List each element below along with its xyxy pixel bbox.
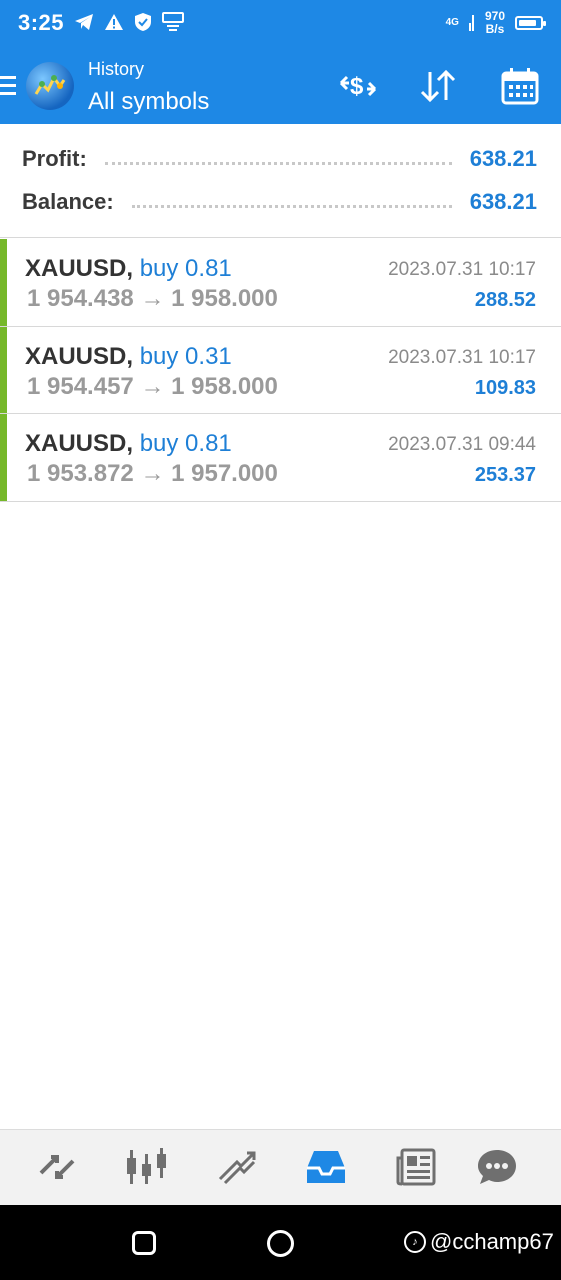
bottom-tab-bar: [0, 1129, 561, 1205]
svg-text:$: $: [350, 73, 364, 100]
trade-prices: 1 953.872 → 1 957.000: [27, 460, 278, 487]
system-navigation-bar: ♪ @cchamp67: [0, 1205, 561, 1280]
trade-profit: 109.83: [474, 376, 536, 399]
warning-icon: [104, 13, 124, 36]
sort-icon[interactable]: [416, 66, 460, 106]
battery-fill: [519, 20, 536, 26]
trade-symbol: XAUUSD, buy 0.81: [25, 430, 232, 457]
trade-time: 2023.07.31 10:17: [388, 259, 536, 280]
dotted-leader: [104, 161, 452, 165]
trade-row[interactable]: XAUUSD, buy 0.31 1 954.457 → 1 958.000 2…: [0, 326, 561, 414]
network-speed: 970 B/s: [485, 10, 505, 36]
trade-prices: 1 954.438 → 1 958.000: [27, 285, 278, 312]
calendar-icon[interactable]: [498, 66, 542, 106]
watermark: ♪ @cchamp67: [404, 1229, 554, 1255]
history-icon[interactable]: [303, 1144, 349, 1190]
tiktok-icon: ♪: [404, 1231, 426, 1253]
trade-time: 2023.07.31 10:17: [388, 346, 536, 368]
menu-icon[interactable]: [0, 76, 16, 96]
system-status-icons: 4G 970 B/s: [445, 10, 546, 36]
trade-profit: 288.52: [474, 289, 536, 311]
trade-list: XAUUSD, buy 0.81 1 954.438 → 1 958.000 2…: [0, 239, 561, 502]
trade-row[interactable]: XAUUSD, buy 0.81 1 954.438 → 1 958.000 2…: [0, 239, 561, 327]
trade-prices: 1 954.457 → 1 958.000: [27, 372, 278, 400]
app-header: History All symbols $: [0, 48, 561, 124]
balance-value: 638.21: [469, 189, 537, 214]
news-icon[interactable]: [393, 1144, 439, 1190]
trade-direction: buy 0.31: [139, 342, 232, 370]
account-summary: Profit: 638.21 Balance: 638.21: [0, 124, 561, 238]
shield-icon: [134, 12, 152, 37]
trade-symbol: XAUUSD, buy 0.81: [25, 255, 232, 282]
profit-label: Profit:: [22, 146, 87, 171]
trade-profit: 253.37: [474, 464, 536, 486]
battery-icon: [515, 16, 546, 30]
quotes-icon[interactable]: [34, 1144, 80, 1190]
dotted-leader: [131, 204, 452, 208]
buy-marker: [0, 239, 7, 326]
balance-label: Balance:: [22, 189, 114, 214]
chat-icon[interactable]: [474, 1144, 520, 1190]
network-speed-unit: B/s: [485, 22, 505, 36]
buy-marker: [0, 326, 7, 413]
watermark-text: @cchamp67: [430, 1229, 554, 1254]
app-logo[interactable]: [26, 62, 74, 110]
network-type: 4G: [445, 17, 459, 28]
signal-icon: [468, 11, 475, 36]
status-bar: 3:25 4G 970 B/s: [0, 0, 561, 48]
trade-direction: buy 0.81: [139, 255, 232, 282]
recent-apps-button[interactable]: [132, 1231, 156, 1255]
notification-icons: [74, 12, 184, 37]
balance-row: Balance: 638.21: [22, 187, 537, 217]
chart-icon[interactable]: [124, 1144, 170, 1190]
status-time: 3:25: [18, 10, 65, 35]
trade-time: 2023.07.31 09:44: [388, 434, 536, 455]
trade-row[interactable]: XAUUSD, buy 0.81 1 953.872 → 1 957.000 2…: [0, 414, 561, 502]
message-icon: [162, 12, 184, 37]
header-subtitle: History: [88, 59, 145, 79]
header-title[interactable]: All symbols: [88, 88, 209, 116]
buy-marker: [0, 414, 7, 501]
profit-value: 638.21: [469, 146, 537, 171]
home-button[interactable]: [267, 1230, 294, 1257]
currency-exchange-icon[interactable]: $: [336, 66, 380, 106]
trade-direction: buy 0.81: [139, 430, 232, 457]
trade-symbol: XAUUSD, buy 0.31: [25, 342, 232, 370]
profit-row: Profit: 638.21: [22, 144, 537, 174]
telegram-icon: [74, 13, 94, 36]
trade-icon[interactable]: [214, 1144, 260, 1190]
